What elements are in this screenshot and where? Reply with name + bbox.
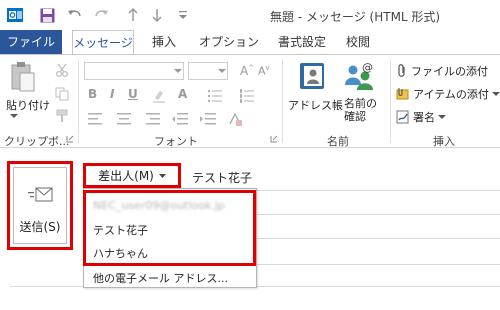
- bold-icon[interactable]: B: [88, 87, 97, 101]
- next-item-icon[interactable]: [150, 6, 164, 24]
- decrease-indent-icon[interactable]: [172, 113, 188, 125]
- font-color-icon[interactable]: A: [178, 87, 187, 101]
- check-names-icon[interactable]: @: [344, 61, 374, 91]
- from-label: 差出人(M): [98, 169, 154, 183]
- group-separator: [282, 59, 283, 143]
- signature-icon: [396, 110, 409, 124]
- ribbon-tabs: ファイル メッセージ 挿入 オプション 書式設定 校閲: [0, 30, 500, 54]
- shrink-font-icon[interactable]: Av: [258, 64, 270, 78]
- font-dialog-launcher-icon[interactable]: [270, 135, 278, 143]
- tab-message[interactable]: メッセージ: [72, 30, 134, 54]
- tab-options[interactable]: オプション: [196, 30, 262, 54]
- tab-format-text[interactable]: 書式設定: [272, 30, 332, 54]
- clipboard-group-label: クリップボ...: [4, 135, 70, 148]
- paste-label[interactable]: 貼り付け: [6, 97, 50, 113]
- clear-formatting-icon[interactable]: [228, 112, 242, 126]
- bullets-icon[interactable]: [208, 89, 224, 103]
- send-button[interactable]: 送信(S): [7, 161, 73, 250]
- font-name-combo[interactable]: [84, 62, 184, 80]
- paste-icon[interactable]: [10, 61, 36, 93]
- previous-item-icon[interactable]: [126, 6, 140, 24]
- chevron-down-icon: [158, 173, 166, 178]
- increase-indent-icon[interactable]: [200, 113, 216, 125]
- group-separator: [390, 59, 391, 143]
- outlook-app-icon[interactable]: [6, 6, 24, 24]
- customize-toolbar-icon[interactable]: [176, 6, 190, 24]
- include-group-label: 挿入: [433, 135, 455, 148]
- align-left-icon[interactable]: [88, 113, 104, 125]
- save-icon[interactable]: [38, 6, 56, 24]
- tab-file[interactable]: ファイル: [0, 30, 62, 54]
- tab-insert[interactable]: 挿入: [146, 30, 182, 54]
- cut-icon[interactable]: [55, 63, 69, 77]
- ribbon: 貼り付け クリップボ... A^ Av B I U A フォント アドレス帳 @…: [0, 54, 500, 148]
- numbering-icon[interactable]: [240, 89, 256, 103]
- title-bar: 無題 - メッセージ (HTML 形式): [0, 0, 500, 30]
- font-size-dropdown-icon[interactable]: [218, 69, 226, 74]
- format-painter-icon[interactable]: [55, 109, 69, 123]
- dialog-launcher-icon[interactable]: [66, 135, 74, 143]
- italic-icon[interactable]: I: [110, 87, 114, 101]
- address-book-label[interactable]: アドレス帳: [288, 97, 343, 113]
- group-separator: [78, 59, 79, 143]
- redo-icon[interactable]: [92, 6, 110, 24]
- align-center-icon[interactable]: [116, 113, 132, 125]
- paperclip-icon: [398, 64, 405, 77]
- window-title: 無題 - メッセージ (HTML 形式): [270, 10, 441, 24]
- attach-item-button[interactable]: アイテムの添付: [396, 86, 500, 102]
- from-account-name: テスト花子: [192, 171, 253, 185]
- align-right-icon[interactable]: [144, 113, 160, 125]
- svg-text:@: @: [362, 61, 373, 74]
- copy-icon[interactable]: [55, 87, 69, 101]
- font-group-label: フォント: [154, 135, 198, 148]
- menu-item-other-email[interactable]: 他の電子メール アドレス...: [93, 270, 228, 286]
- grow-font-icon[interactable]: A^: [240, 64, 254, 78]
- font-name-dropdown-icon[interactable]: [174, 69, 182, 74]
- chevron-down-icon: [491, 91, 500, 96]
- address-book-icon[interactable]: [298, 61, 326, 91]
- signature-button[interactable]: 署名: [396, 109, 446, 125]
- undo-icon[interactable]: [66, 6, 84, 24]
- from-button[interactable]: 差出人(M): [83, 163, 181, 188]
- tab-review[interactable]: 校閲: [340, 30, 376, 54]
- attach-file-button[interactable]: ファイルの添付: [396, 63, 488, 79]
- signature-label: 署名: [413, 111, 435, 124]
- names-group-label: 名前: [327, 135, 349, 148]
- chevron-down-icon: [438, 114, 446, 119]
- send-envelope-icon: [28, 187, 53, 202]
- highlight-color-icon[interactable]: [152, 89, 166, 103]
- send-label: 送信(S): [19, 220, 61, 234]
- check-names-label[interactable]: 名前の確認: [344, 97, 380, 123]
- attach-file-label: ファイルの添付: [411, 65, 488, 78]
- paste-dropdown-icon[interactable]: [9, 113, 19, 119]
- attach-item-icon: [396, 88, 409, 100]
- underline-icon[interactable]: U: [128, 87, 138, 101]
- highlight-box: [83, 190, 256, 266]
- attach-item-label: アイテムの添付: [413, 88, 489, 101]
